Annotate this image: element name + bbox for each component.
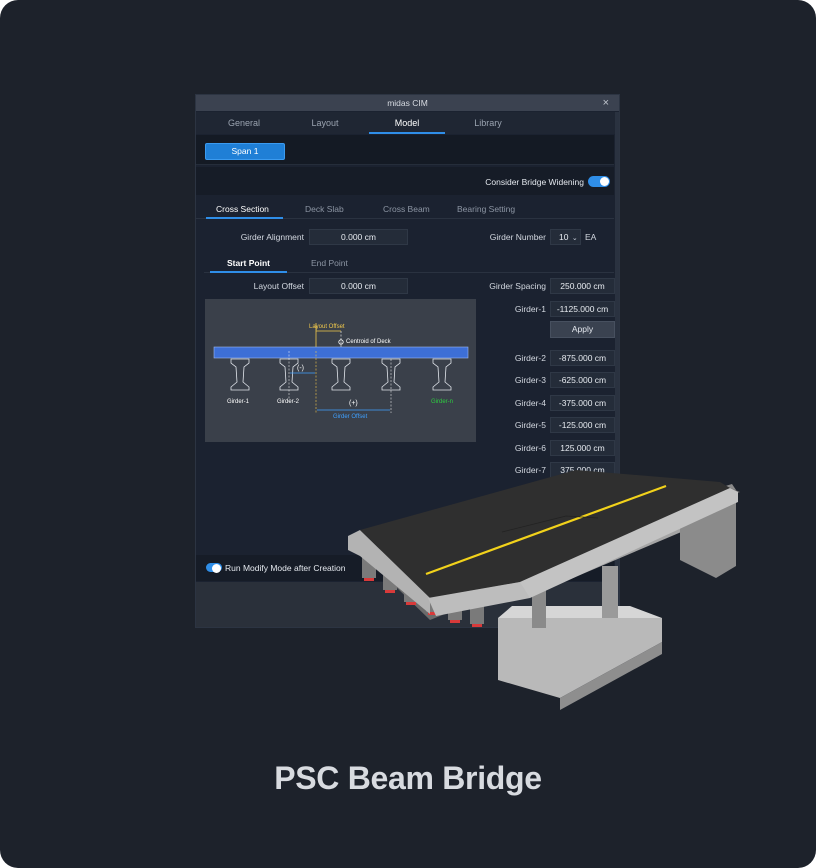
girder-alignment-field[interactable]: 0.000 cm [309, 229, 408, 245]
run-modify-toggle[interactable] [206, 563, 222, 573]
girder-2-shape [279, 358, 299, 391]
tab-general[interactable]: General [214, 112, 274, 134]
pier-column-right [602, 566, 618, 618]
point-tab-indicator [210, 271, 287, 273]
girder-4-label: Girder-4 [514, 398, 546, 408]
showcase-card: midas CIM × General Layout Model Library… [0, 0, 816, 868]
girder-2-diagram-label: Girder-2 [277, 399, 300, 405]
widening-label: Consider Bridge Widening [485, 177, 584, 187]
window-titlebar: midas CIM × [196, 95, 619, 111]
tab-start-point[interactable]: Start Point [227, 258, 270, 268]
tab-bearing-setting[interactable]: Bearing Setting [457, 204, 515, 214]
centroid-text: Centroid of Deck [346, 339, 392, 345]
girder-3-shape [331, 358, 351, 391]
girder-n-shape [432, 358, 452, 391]
main-tab-bar: General Layout Model Library [196, 112, 619, 134]
span-1-button[interactable]: Span 1 [205, 143, 285, 160]
girder-6-field[interactable]: 125.000 cm [550, 440, 615, 456]
tab-cross-beam[interactable]: Cross Beam [383, 204, 430, 214]
girder-3-label: Girder-3 [514, 375, 546, 385]
apply-button[interactable]: Apply [550, 321, 615, 338]
chevron-down-icon: ⌄ [571, 235, 578, 242]
widening-row: Consider Bridge Widening [196, 167, 614, 195]
girder-5-label: Girder-5 [514, 420, 546, 430]
girder-spacing-field[interactable]: 250.000 cm [550, 278, 615, 294]
layout-offset-label: Layout Offset [253, 281, 304, 291]
deck-slab-shape [213, 346, 469, 359]
tab-model[interactable]: Model [369, 112, 445, 134]
caption-title: PSC Beam Bridge [274, 760, 542, 796]
run-modify-label: Run Modify Mode after Creation [225, 563, 346, 573]
girder-3-field[interactable]: -625.000 cm [550, 372, 615, 388]
span-bar: Span 1 [196, 135, 614, 165]
girder-6-label: Girder-6 [514, 443, 546, 453]
widening-toggle[interactable] [588, 176, 610, 187]
girder-number-label: Girder Number [489, 232, 546, 242]
girder-alignment-label: Girder Alignment [240, 232, 304, 242]
girder-1-label: Girder-1 [514, 304, 546, 314]
point-tab-bar: Start Point End Point [204, 255, 614, 273]
close-icon[interactable]: × [603, 95, 609, 111]
plus-text: (+) [349, 400, 358, 407]
bridge-3d-render [340, 470, 750, 710]
girder-number-unit: EA [585, 232, 597, 242]
sub-tab-indicator [206, 217, 283, 219]
girder-2-field[interactable]: -875.000 cm [550, 350, 615, 366]
bridge-svg [348, 470, 740, 710]
pier-footing-top [498, 606, 662, 618]
girder-offset-text: Girder Offset [333, 414, 368, 420]
tab-cross-section[interactable]: Cross Section [216, 204, 269, 214]
window-title: midas CIM [387, 98, 428, 108]
girder-n-diagram-label: Girder-n [431, 399, 453, 405]
girder-5-field[interactable]: -125.000 cm [550, 417, 615, 433]
girder-number-select[interactable]: 10 ⌄ [550, 229, 581, 245]
layout-offset-field[interactable]: 0.000 cm [309, 278, 408, 294]
sub-tab-bar: Cross Section Deck Slab Cross Beam Beari… [196, 201, 614, 219]
girder-1-field[interactable]: -1125.000 cm [550, 301, 615, 317]
minus-text: (-) [297, 365, 304, 372]
girder-2-label: Girder-2 [514, 353, 546, 363]
cross-section-svg: Layout Offset Centroid of Deck (-) (+) G… [213, 323, 469, 420]
layout-offset-text: Layout Offset [309, 324, 345, 330]
girder-4-field[interactable]: -375.000 cm [550, 395, 615, 411]
girder-1-shape [230, 358, 250, 391]
girder-spacing-label: Girder Spacing [489, 281, 546, 291]
tab-end-point[interactable]: End Point [311, 258, 348, 268]
girder-1-diagram-label: Girder-1 [227, 399, 250, 405]
girder-number-value: 10 [559, 232, 569, 242]
tab-library[interactable]: Library [458, 112, 518, 134]
tab-layout[interactable]: Layout [295, 112, 355, 134]
tab-deck-slab[interactable]: Deck Slab [305, 204, 344, 214]
cross-section-diagram: Layout Offset Centroid of Deck (-) (+) G… [205, 299, 476, 442]
